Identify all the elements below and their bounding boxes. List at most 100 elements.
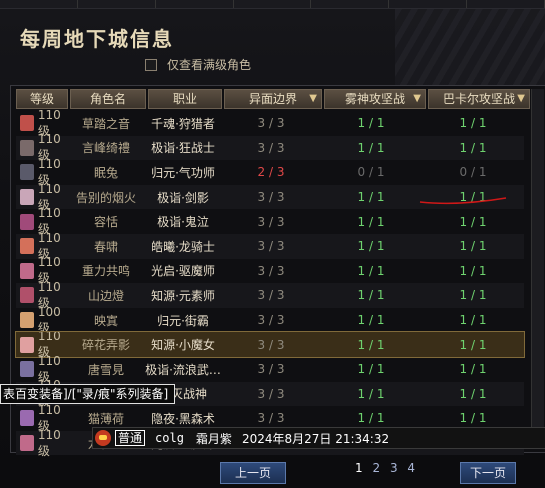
- column-header-level[interactable]: 等级: [16, 89, 68, 109]
- bakal-progress: 1 / 1: [459, 263, 487, 278]
- boundary-progress: 3 / 3: [257, 313, 285, 328]
- chat-user[interactable]: colg: [155, 431, 184, 445]
- character-name: 春啸: [93, 239, 118, 254]
- column-header-boundary[interactable]: 异面边界 ▼: [224, 89, 322, 109]
- table-row[interactable]: 110级 重力共鸣 光启·驱魔师 3 / 31 / 11 / 1: [16, 255, 524, 285]
- max-level-filter-label: 仅查看满级角色: [167, 58, 252, 72]
- character-name: 容恬: [93, 215, 118, 230]
- character-name: 言峰绮禮: [81, 141, 130, 156]
- mist-god-progress: 1 / 1: [357, 263, 385, 278]
- bakal-progress: 1 / 1: [459, 116, 487, 131]
- table-row[interactable]: 110级 眠兔 归元·气功师 2 / 30 / 10 / 1: [16, 157, 524, 187]
- character-avatar-icon: [20, 287, 34, 304]
- weekly-dungeon-panel: 每周地下城信息 仅查看满级角色 等级 角色名 职业 异面边界 ▼ 雾神攻坚战 ▼ 巴…: [0, 9, 545, 488]
- table-row[interactable]: 110级 碎花弄影 知源·小魔女 3 / 31 / 11 / 1: [15, 329, 525, 359]
- bakal-progress: 1 / 1: [459, 288, 487, 303]
- bakal-progress: 1 / 1: [459, 140, 487, 155]
- boundary-progress: 3 / 3: [257, 288, 285, 303]
- table-row[interactable]: 110级 春啸 皓曦·龙骑士 3 / 31 / 11 / 1: [16, 231, 524, 261]
- character-job: 归元·街霸: [157, 313, 209, 328]
- level-cell: 110级: [16, 428, 68, 459]
- chat-avatar-icon: [95, 430, 111, 446]
- top-tab[interactable]: [389, 0, 468, 8]
- top-tab[interactable]: [0, 0, 78, 8]
- bakal-progress: 1 / 1: [459, 313, 487, 328]
- character-job: 皓曦·龙骑士: [151, 239, 215, 254]
- mist-god-progress: 1 / 1: [357, 386, 385, 401]
- character-name: 草踏之音: [81, 116, 130, 131]
- page-number-3[interactable]: 3: [390, 461, 398, 475]
- top-tab[interactable]: [78, 0, 156, 8]
- boundary-progress: 2 / 3: [257, 165, 285, 180]
- top-tab[interactable]: [156, 0, 234, 8]
- page-number-1[interactable]: 1: [355, 461, 363, 475]
- character-avatar-icon: [20, 336, 34, 353]
- character-avatar-icon: [20, 139, 34, 156]
- column-header-job-label: 职业: [172, 92, 197, 106]
- boundary-progress: 3 / 3: [257, 263, 285, 278]
- bakal-progress: 1 / 1: [459, 239, 487, 254]
- pagination: 上一页 1 2 3 4 下一页: [0, 459, 545, 487]
- mist-god-progress: 1 / 1: [357, 288, 385, 303]
- table-row[interactable]: 100级 映寘 归元·街霸 3 / 31 / 11 / 1: [16, 305, 524, 335]
- column-header-name-label: 角色名: [89, 92, 126, 106]
- boundary-progress: 3 / 3: [257, 386, 285, 401]
- chat-message-bar: 普通 colg 霜月紫 2024年8月27日 21:34:32: [92, 427, 545, 449]
- character-job: 极诣·狂战士: [151, 141, 215, 156]
- boundary-progress: 3 / 3: [257, 140, 285, 155]
- dropdown-arrow-icon: ▼: [413, 93, 421, 104]
- mist-god-progress: 1 / 1: [357, 313, 385, 328]
- top-tab[interactable]: [467, 0, 545, 8]
- column-header-mist-god[interactable]: 雾神攻坚战 ▼: [324, 89, 426, 109]
- boundary-progress: 3 / 3: [257, 239, 285, 254]
- boundary-progress: 3 / 3: [257, 116, 285, 131]
- red-underline-annotation: [419, 197, 507, 205]
- max-level-filter[interactable]: 仅查看满级角色: [145, 56, 251, 73]
- character-job: 归元·气功师: [151, 165, 215, 180]
- character-job: 知源·小魔女: [151, 338, 215, 353]
- table-row[interactable]: 110级 山边燈 知源·元素师 3 / 31 / 11 / 1: [16, 280, 524, 310]
- table-row[interactable]: 110级 草踏之音 千魂·狩猎者 3 / 31 / 11 / 1: [16, 108, 524, 138]
- boundary-progress: 3 / 3: [257, 362, 285, 377]
- top-tab[interactable]: [234, 0, 312, 8]
- character-name: 山边燈: [87, 288, 124, 303]
- character-avatar-icon: [20, 115, 34, 132]
- level-text: 110级: [37, 427, 61, 458]
- max-level-checkbox[interactable]: [145, 58, 157, 71]
- character-name: 重力共鸣: [81, 264, 130, 279]
- top-tab[interactable]: [311, 0, 390, 8]
- next-page-button[interactable]: 下一页: [460, 462, 516, 484]
- character-job: 极诣·流浪武…: [145, 362, 221, 377]
- character-avatar-icon: [20, 435, 34, 452]
- boundary-progress: 3 / 3: [257, 337, 285, 352]
- character-name: 眠兔: [93, 165, 118, 180]
- page-number-4[interactable]: 4: [407, 461, 415, 475]
- column-header-job[interactable]: 职业: [148, 89, 222, 109]
- dropdown-arrow-icon: ▼: [517, 93, 525, 104]
- character-avatar-icon: [20, 410, 34, 427]
- chat-channel-badge[interactable]: 普通: [115, 430, 146, 446]
- column-header-bakal[interactable]: 巴卡尔攻坚战 ▼: [428, 89, 530, 109]
- column-header-name[interactable]: 角色名: [70, 89, 146, 109]
- item-tooltip: 表百变装备]/["录/痕"系列装备]: [0, 384, 176, 404]
- boundary-progress: 3 / 3: [257, 190, 285, 205]
- mist-god-progress: 1 / 1: [357, 239, 385, 254]
- table-row[interactable]: 110级 唐雪見 极诣·流浪武… 3 / 31 / 11 / 1: [16, 354, 524, 384]
- chat-timestamp: 2024年8月27日 21:34:32: [241, 431, 390, 446]
- prev-page-button[interactable]: 上一页: [220, 462, 286, 484]
- page-number-2[interactable]: 2: [372, 461, 380, 475]
- bakal-progress: 1 / 1: [459, 411, 487, 426]
- chat-character-name[interactable]: 霜月紫: [196, 430, 232, 447]
- table-row[interactable]: 110级 言峰绮禮 极诣·狂战士 3 / 31 / 11 / 1: [16, 132, 524, 162]
- mist-god-progress: 1 / 1: [357, 411, 385, 426]
- page-numbers: 1 2 3 4: [355, 461, 421, 475]
- character-avatar-icon: [20, 238, 34, 255]
- character-avatar-icon: [20, 361, 34, 378]
- mist-god-progress: 1 / 1: [357, 116, 385, 131]
- bakal-progress: 1 / 1: [459, 337, 487, 352]
- table-header: 等级 角色名 职业 异面边界 ▼ 雾神攻坚战 ▼ 巴卡尔攻坚战 ▼: [16, 89, 532, 109]
- character-job: 极诣·鬼泣: [157, 215, 209, 230]
- table-scrollbar[interactable]: [531, 89, 544, 449]
- table-row[interactable]: 110级 容恬 极诣·鬼泣 3 / 31 / 11 / 1: [16, 206, 524, 236]
- bakal-progress: 0 / 1: [459, 165, 487, 180]
